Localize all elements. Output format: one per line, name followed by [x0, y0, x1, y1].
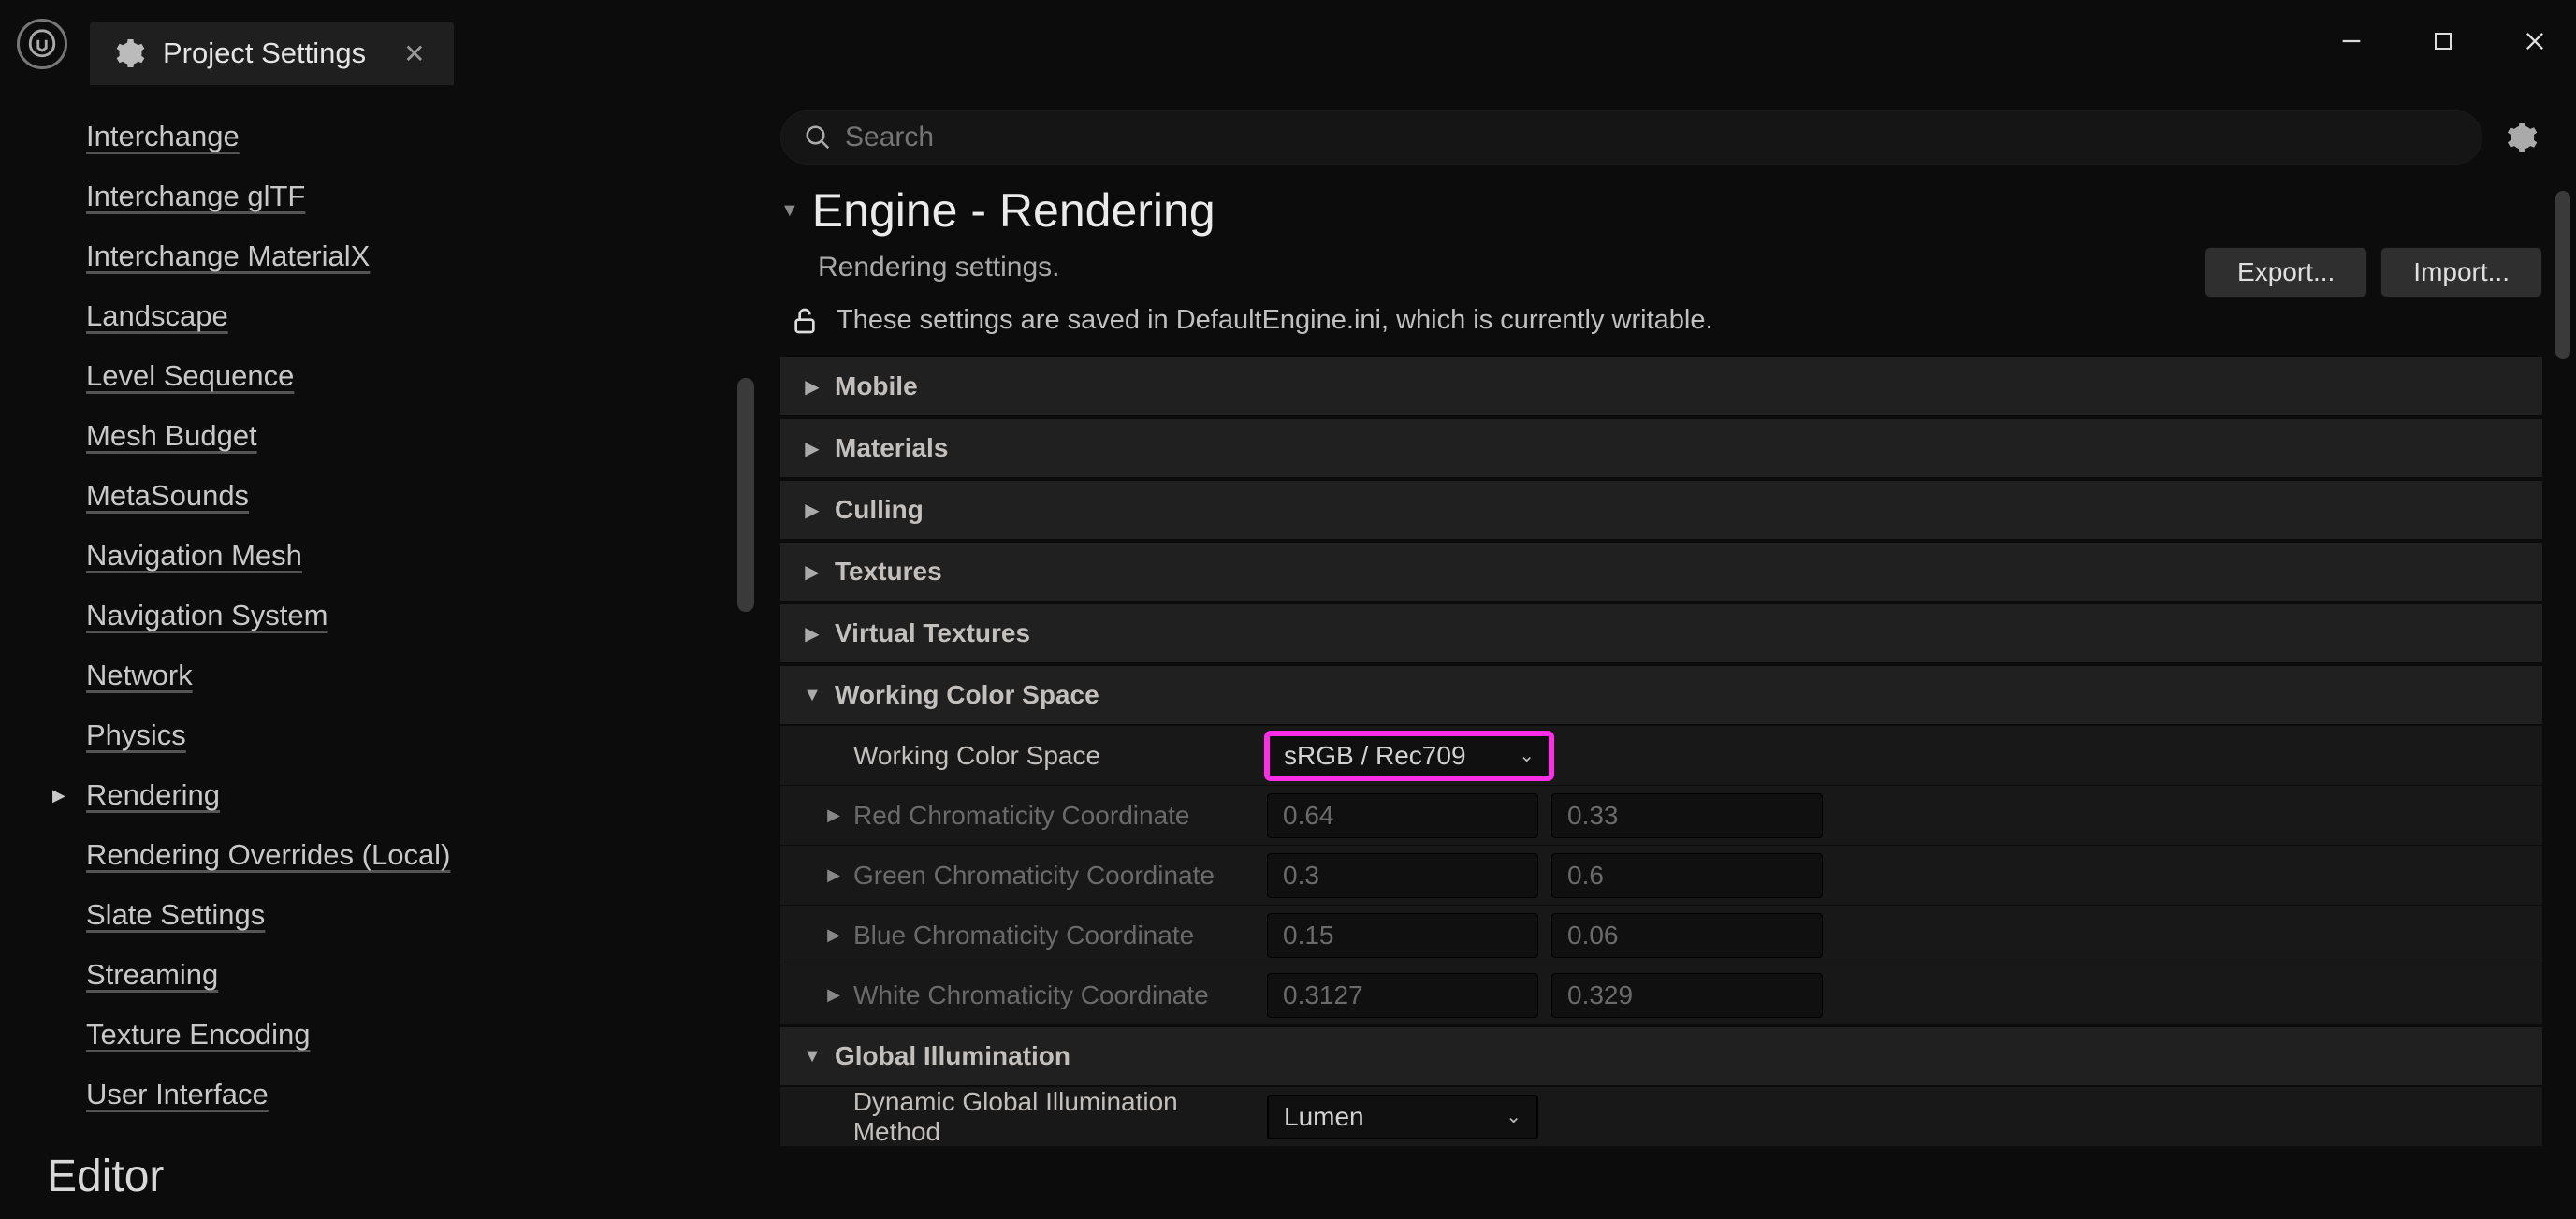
sidebar-item-navigation-system[interactable]: Navigation System: [28, 586, 767, 646]
ue-logo: [17, 19, 67, 69]
import-button[interactable]: Import...: [2380, 247, 2542, 297]
red-x-input[interactable]: [1267, 793, 1538, 838]
sidebar-item-texture-encoding[interactable]: Texture Encoding: [28, 1005, 767, 1065]
section-subtitle: Rendering settings.: [818, 252, 2191, 283]
category-culling[interactable]: ▶Culling: [780, 480, 2542, 540]
chevron-right-icon[interactable]: ▶: [823, 805, 844, 825]
prop-dynamic-gi-method: Dynamic Global Illumination Method Lumen…: [780, 1086, 2542, 1146]
prop-white-chromaticity: ▶White Chromaticity Coordinate: [780, 965, 2542, 1024]
category-virtual-textures[interactable]: ▶Virtual Textures: [780, 603, 2542, 663]
main-scrollbar[interactable]: [2555, 191, 2570, 359]
gear-icon: [112, 36, 146, 70]
sidebar-item-slate-settings[interactable]: Slate Settings: [28, 885, 767, 945]
sidebar-item-interchange-materialx[interactable]: Interchange MaterialX: [28, 226, 767, 286]
green-y-input[interactable]: [1551, 853, 1823, 898]
green-x-input[interactable]: [1267, 853, 1538, 898]
red-y-input[interactable]: [1551, 793, 1823, 838]
titlebar: Project Settings ✕: [0, 0, 2576, 88]
sidebar-item-user-interface[interactable]: User Interface: [28, 1065, 767, 1125]
close-icon[interactable]: ✕: [403, 38, 425, 69]
prop-green-chromaticity: ▶Green Chromaticity Coordinate: [780, 845, 2542, 905]
main-panel: ▼ Engine - Rendering Rendering settings.…: [767, 88, 2576, 1219]
category-working-color-space[interactable]: ▼Working Color Space: [780, 665, 2542, 725]
sidebar-item-navigation-mesh[interactable]: Navigation Mesh: [28, 526, 767, 586]
white-y-input[interactable]: [1551, 973, 1823, 1018]
export-button[interactable]: Export...: [2205, 247, 2367, 297]
window-controls: [2333, 22, 2554, 60]
sidebar: Interchange Interchange glTF Interchange…: [0, 88, 767, 1219]
sidebar-item-physics[interactable]: Physics: [28, 705, 767, 765]
sidebar-item-level-sequence[interactable]: Level Sequence: [28, 346, 767, 406]
unlock-icon: [790, 306, 820, 336]
category-materials[interactable]: ▶Materials: [780, 418, 2542, 478]
chevron-right-icon: ▶: [799, 437, 825, 460]
search-bar[interactable]: [780, 110, 2482, 165]
tab-project-settings[interactable]: Project Settings ✕: [90, 22, 454, 85]
sidebar-item-rendering-overrides[interactable]: Rendering Overrides (Local): [28, 825, 767, 885]
sidebar-item-interchange[interactable]: Interchange: [28, 107, 767, 167]
writable-text: These settings are saved in DefaultEngin…: [837, 305, 1713, 336]
search-icon: [804, 123, 832, 152]
sidebar-item-mesh-budget[interactable]: Mesh Budget: [28, 406, 767, 466]
sidebar-item-metasounds[interactable]: MetaSounds: [28, 466, 767, 526]
chevron-down-icon: ▼: [799, 1046, 825, 1067]
blue-y-input[interactable]: [1551, 913, 1823, 958]
chevron-right-icon: ▶: [799, 375, 825, 399]
sidebar-scrollbar[interactable]: [737, 378, 754, 612]
sidebar-item-streaming[interactable]: Streaming: [28, 945, 767, 1005]
close-window-button[interactable]: [2516, 22, 2554, 60]
app-root: Project Settings ✕ Interchange Interchan…: [0, 0, 2576, 1219]
prop-blue-chromaticity: ▶Blue Chromaticity Coordinate: [780, 905, 2542, 965]
sidebar-item-rendering[interactable]: Rendering: [28, 765, 767, 825]
section-collapse-arrow-icon[interactable]: ▼: [780, 200, 799, 222]
chevron-right-icon: ▶: [799, 499, 825, 522]
blue-x-input[interactable]: [1267, 913, 1538, 958]
section-title: Engine - Rendering: [812, 183, 1215, 238]
chevron-right-icon: ▶: [799, 560, 825, 584]
section-header: ▼ Engine - Rendering: [780, 183, 2542, 238]
chevron-down-icon: ⌄: [1519, 744, 1535, 767]
body: Interchange Interchange glTF Interchange…: [0, 88, 2576, 1219]
chevron-right-icon[interactable]: ▶: [823, 985, 844, 1005]
chevron-down-icon: ⌄: [1506, 1105, 1521, 1128]
sidebar-item-network[interactable]: Network: [28, 646, 767, 705]
minimize-button[interactable]: [2333, 22, 2370, 60]
chevron-right-icon: ▶: [799, 622, 825, 646]
sidebar-item-interchange-gltf[interactable]: Interchange glTF: [28, 167, 767, 226]
chevron-down-icon: ▼: [799, 685, 825, 706]
settings-gear-button[interactable]: [2499, 116, 2542, 159]
prop-label: Working Color Space: [853, 741, 1100, 771]
chevron-right-icon[interactable]: ▶: [823, 925, 844, 945]
working-color-space-dropdown[interactable]: sRGB / Rec709 ⌄: [1267, 733, 1551, 778]
tab-title: Project Settings: [163, 36, 366, 70]
white-x-input[interactable]: [1267, 973, 1538, 1018]
gi-method-dropdown[interactable]: Lumen ⌄: [1267, 1095, 1538, 1139]
category-mobile[interactable]: ▶Mobile: [780, 356, 2542, 416]
chevron-right-icon[interactable]: ▶: [823, 865, 844, 885]
sidebar-item-landscape[interactable]: Landscape: [28, 286, 767, 346]
search-input[interactable]: [845, 122, 2459, 153]
prop-working-color-space: Working Color Space sRGB / Rec709 ⌄: [780, 725, 2542, 785]
maximize-button[interactable]: [2424, 22, 2462, 60]
category-global-illumination[interactable]: ▼Global Illumination: [780, 1026, 2542, 1086]
category-textures[interactable]: ▶Textures: [780, 542, 2542, 602]
prop-red-chromaticity: ▶Red Chromaticity Coordinate: [780, 785, 2542, 845]
sidebar-heading-editor: Editor: [28, 1125, 767, 1202]
